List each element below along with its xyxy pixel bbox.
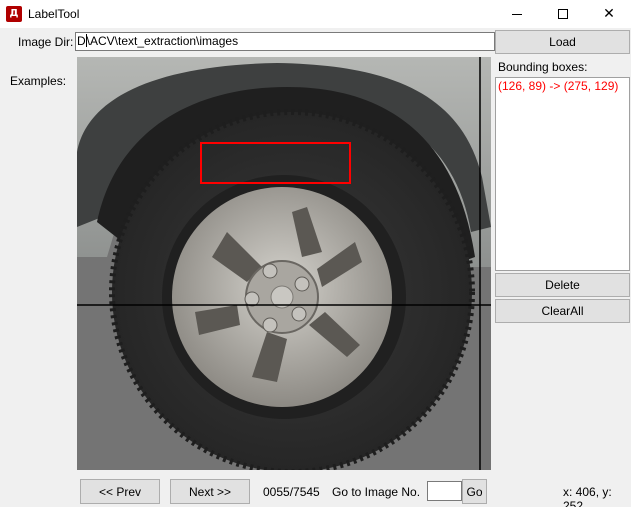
close-button[interactable]: ✕ (586, 0, 631, 28)
window-title: LabelTool (28, 7, 80, 21)
close-icon: ✕ (603, 6, 615, 22)
minimize-icon (512, 13, 522, 15)
cursor-coordinates: x: 406, y: 252 (563, 485, 612, 507)
load-button[interactable]: Load (495, 30, 630, 54)
title-bar: Д LabelTool ✕ (0, 0, 631, 28)
image-dir-value-start: D (77, 34, 86, 48)
maximize-button[interactable] (540, 0, 586, 28)
minimize-button[interactable] (494, 0, 540, 28)
bounding-box-item[interactable]: (126, 89) -> (275, 129) (498, 79, 627, 94)
app-logo-icon: Д (6, 6, 22, 22)
image-dir-label: Image Dir: (18, 35, 74, 49)
image-dir-value-rest: \ACV\text_extraction\images (86, 34, 239, 48)
prev-button[interactable]: << Prev (80, 479, 160, 504)
go-button[interactable]: Go (462, 479, 487, 504)
progress-counter: 0055/7545 (263, 485, 320, 499)
clear-all-button[interactable]: ClearAll (495, 299, 630, 323)
maximize-icon (558, 9, 568, 19)
delete-button[interactable]: Delete (495, 273, 630, 297)
bounding-box-list[interactable]: (126, 89) -> (275, 129) (495, 77, 630, 271)
tire-photo (77, 57, 491, 470)
image-canvas[interactable] (77, 57, 491, 470)
goto-image-input[interactable] (427, 481, 462, 501)
image-dir-input[interactable]: D\ACV\text_extraction\images (75, 32, 495, 51)
bounding-boxes-label: Bounding boxes: (498, 60, 588, 74)
goto-label: Go to Image No. (332, 485, 421, 499)
next-button[interactable]: Next >> (170, 479, 250, 504)
examples-label: Examples: (10, 74, 67, 88)
